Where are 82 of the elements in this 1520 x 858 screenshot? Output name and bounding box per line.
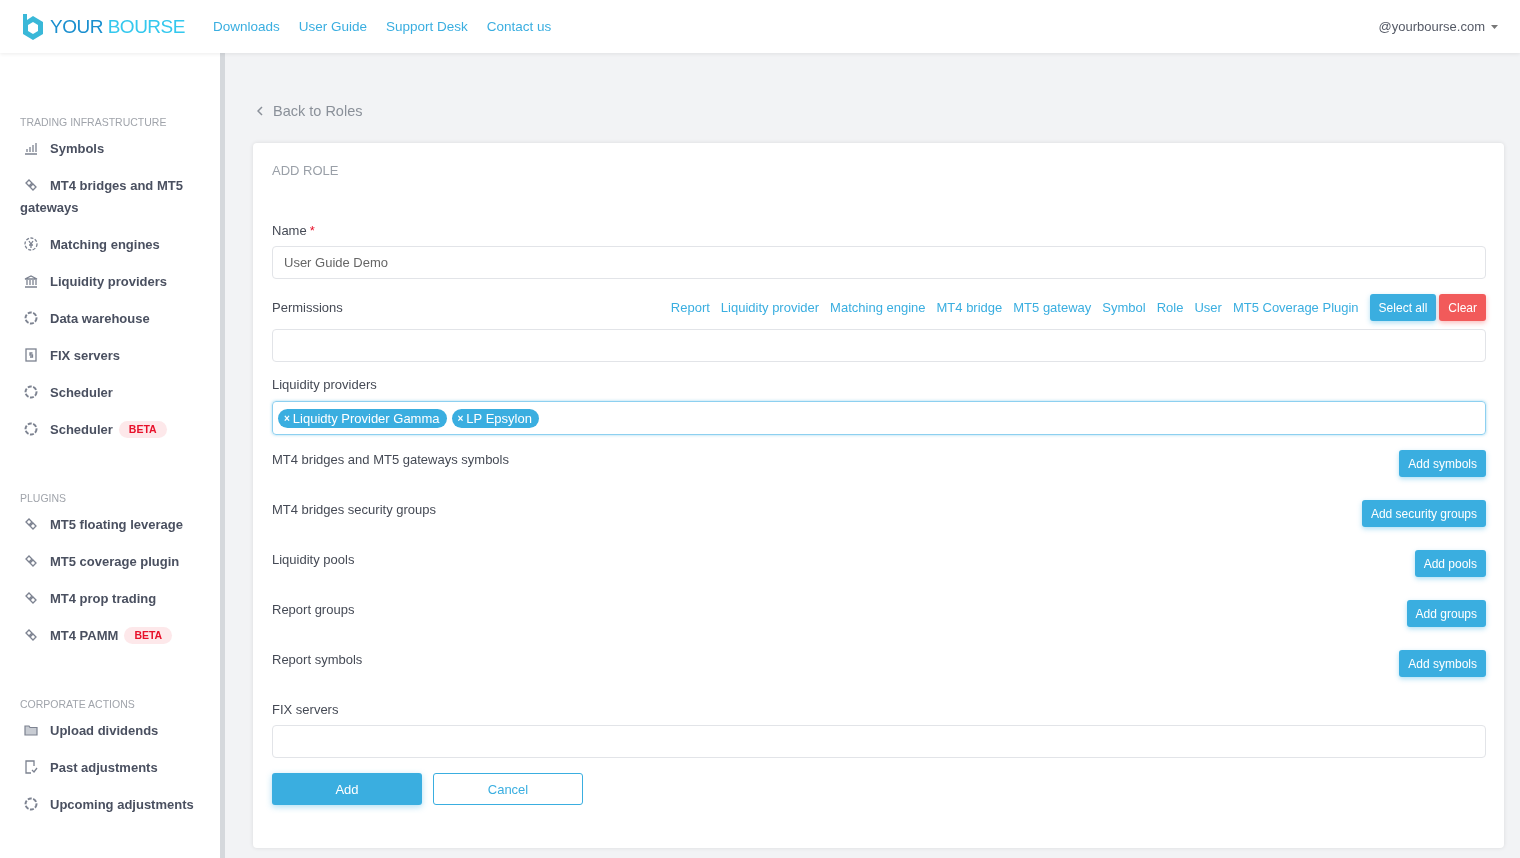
sidebar-item[interactable]: Matching engines xyxy=(20,230,220,267)
field-label: Liquidity providers xyxy=(272,377,378,392)
field-label: Name * xyxy=(272,223,316,238)
chevron-left-icon xyxy=(257,106,263,116)
permission-link[interactable]: Role xyxy=(1156,300,1184,315)
sidebar-item[interactable]: Past adjustments xyxy=(20,753,220,790)
sidebar-item[interactable]: Scheduler BETA xyxy=(20,415,220,452)
tag-chip: × LP Epsylon xyxy=(451,408,539,428)
sidebar-item[interactable]: MT5 coverage plugin xyxy=(20,547,220,584)
permission-link[interactable]: MT5 gateway xyxy=(1013,300,1092,315)
beta-badge: BETA xyxy=(124,627,173,644)
link-icon xyxy=(24,517,38,531)
sidebar-item[interactable]: Upcoming adjustments xyxy=(20,790,220,827)
add-button[interactable]: Add pools xyxy=(1414,550,1486,577)
circle-icon xyxy=(24,422,38,436)
bank-icon xyxy=(24,274,38,288)
sidebar-item[interactable]: FIX servers xyxy=(20,341,220,378)
sidebar-item[interactable]: MT5 floating leverage xyxy=(20,510,220,547)
permission-link[interactable]: Symbol xyxy=(1102,300,1146,315)
link-icon xyxy=(24,178,38,192)
select-all-button[interactable]: Select all xyxy=(1369,294,1437,321)
permission-link[interactable]: MT5 Coverage Plugin xyxy=(1232,300,1359,315)
field-label: MT4 bridges and MT5 gateways symbols xyxy=(272,452,509,467)
text-field[interactable] xyxy=(272,725,1486,758)
nav-link[interactable]: Contact us xyxy=(486,19,552,34)
add-button[interactable]: Add security groups xyxy=(1361,500,1486,527)
nav-link[interactable]: Support Desk xyxy=(386,19,468,34)
sidebar-item[interactable]: Symbols xyxy=(20,134,220,171)
permission-link[interactable]: Report xyxy=(670,300,710,315)
remove-icon[interactable]: × xyxy=(457,412,464,424)
permission-link[interactable]: MT4 bridge xyxy=(936,300,1003,315)
add-button[interactable]: Add groups xyxy=(1406,600,1486,627)
tag-input-field[interactable]: × Liquidty Provider Gamma × LP Epsylon xyxy=(272,401,1486,435)
permissions-field[interactable] xyxy=(272,329,1486,362)
back-link[interactable]: Back to Roles xyxy=(257,103,1504,119)
permission-link[interactable]: Liquidity provider xyxy=(720,300,820,315)
permission-link[interactable]: Matching engine xyxy=(830,300,926,315)
section-heading: CORPORATE ACTIONS xyxy=(20,698,136,710)
nav-link[interactable]: Downloads xyxy=(212,19,280,34)
document-icon xyxy=(24,348,38,362)
sidebar-item[interactable]: MT4 PAMM BETA xyxy=(20,621,220,658)
sidebar-item[interactable]: MT4 bridges and MT5 gateways xyxy=(20,171,220,230)
sidebar-item[interactable]: Upload dividends xyxy=(20,716,220,753)
nav-link[interactable]: User Guide xyxy=(298,19,367,34)
clear-button[interactable]: Clear xyxy=(1439,294,1486,321)
text-field[interactable]: User Guide Demo xyxy=(272,246,1486,279)
tag-chip: × Liquidty Provider Gamma xyxy=(278,408,447,428)
circle-icon xyxy=(24,797,38,811)
sidebar-item[interactable]: Data warehouse xyxy=(20,304,220,341)
field-label: FIX servers xyxy=(272,702,340,717)
sidebar-item[interactable]: MT4 prop trading xyxy=(20,584,220,621)
field-label: Report symbols xyxy=(272,652,363,667)
sidebar-item[interactable]: Liquidity providers xyxy=(20,267,220,304)
yen-coin-icon xyxy=(24,237,38,251)
required-mark: * xyxy=(309,223,315,238)
beta-badge: BETA xyxy=(118,421,167,438)
remove-icon[interactable]: × xyxy=(284,412,290,424)
card-title: ADD ROLE xyxy=(272,163,340,178)
sidebar-item[interactable]: Scheduler xyxy=(20,378,220,415)
add-button[interactable]: Add xyxy=(272,773,422,805)
link-icon xyxy=(24,554,38,568)
link-icon xyxy=(24,591,38,605)
circle-icon xyxy=(24,311,38,325)
brand-name: YOUR BOURSE xyxy=(50,15,185,38)
link-icon xyxy=(24,628,38,642)
field-label: Report groups xyxy=(272,602,355,617)
account-menu[interactable]: @yourbourse.com xyxy=(1378,19,1498,34)
add-button[interactable]: Add symbols xyxy=(1399,450,1486,477)
caret-icon xyxy=(1491,24,1498,29)
add-button[interactable]: Add symbols xyxy=(1399,650,1486,677)
bar-chart-icon xyxy=(24,141,38,155)
section-heading: PLUGINS xyxy=(20,492,68,504)
field-label: Permissions xyxy=(272,300,343,315)
logo-icon xyxy=(22,12,44,41)
permission-link[interactable]: User xyxy=(1194,300,1222,315)
document-check-icon xyxy=(24,760,38,774)
cancel-button[interactable]: Cancel xyxy=(433,773,583,805)
folder-icon xyxy=(24,723,38,737)
circle-icon xyxy=(24,385,38,399)
section-heading: TRADING INFRASTRUCTURE xyxy=(20,116,168,128)
field-label: MT4 bridges security groups xyxy=(272,502,436,517)
field-label: Liquidity pools xyxy=(272,552,355,567)
